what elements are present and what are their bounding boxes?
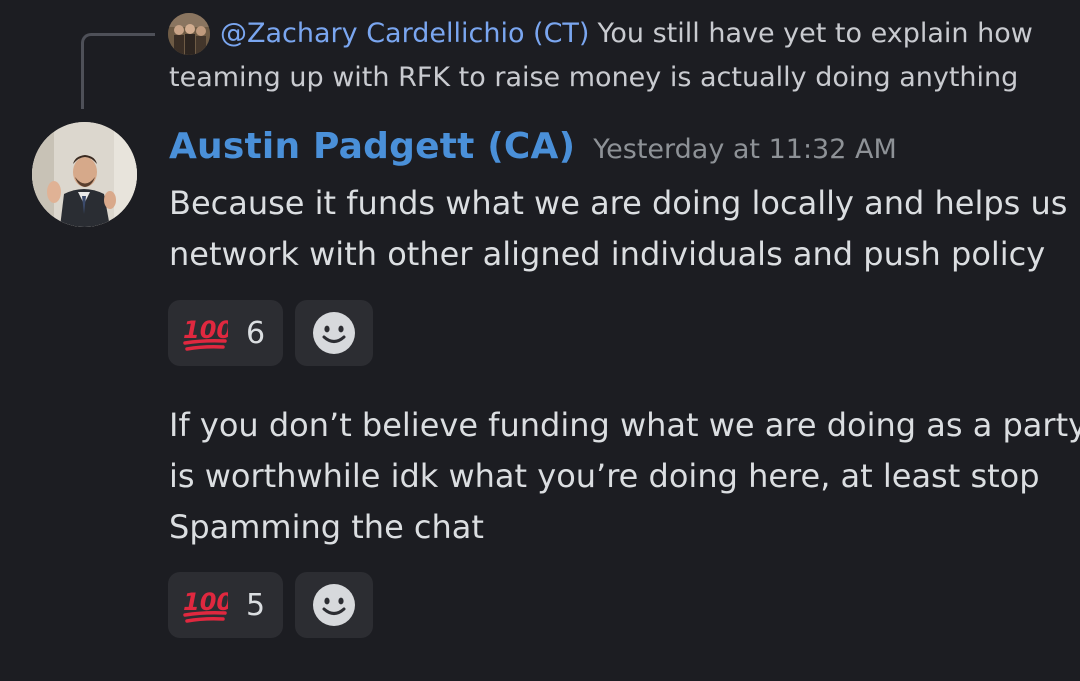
reaction-bar-2: 100 5 xyxy=(168,572,373,638)
reply-connector xyxy=(81,33,155,109)
message-2-line3: Spamming the chat xyxy=(169,508,484,546)
reply-text-line2: teaming up with RFK to raise money is ac… xyxy=(169,62,1019,93)
message-1-line2: network with other aligned individuals a… xyxy=(169,235,1046,273)
message-header: Austin Padgett (CA) Yesterday at 11:32 AM xyxy=(169,126,897,167)
author-avatar[interactable] xyxy=(32,122,137,227)
reply-text-line1: You still have yet to explain how xyxy=(597,18,1033,49)
reply-author-mention[interactable]: @Zachary Cardellichio (CT) xyxy=(220,18,589,49)
message-2-line1: If you don’t believe funding what we are… xyxy=(169,406,1080,444)
reaction-bar-1: 100 6 xyxy=(168,300,373,366)
hundred-points-icon: 100 xyxy=(183,588,228,623)
hundred-points-icon: 100 xyxy=(183,316,228,351)
reaction-100[interactable]: 100 5 xyxy=(168,572,283,638)
reaction-count: 5 xyxy=(246,587,266,623)
message-1-line1: Because it funds what we are doing local… xyxy=(169,184,1068,222)
smile-icon xyxy=(313,584,355,626)
chat-view: @Zachary Cardellichio (CT) You still have… xyxy=(0,0,1080,681)
message-2-line2: is worthwhile idk what you’re doing here… xyxy=(169,457,1040,495)
smile-icon xyxy=(313,312,355,354)
reaction-count: 6 xyxy=(246,315,266,351)
reply-author-avatar[interactable] xyxy=(168,13,210,55)
author-name[interactable]: Austin Padgett (CA) xyxy=(169,126,575,167)
reply-preview[interactable]: @Zachary Cardellichio (CT) You still have… xyxy=(220,14,1033,54)
add-reaction-button[interactable] xyxy=(295,572,373,638)
add-reaction-button[interactable] xyxy=(295,300,373,366)
message-timestamp[interactable]: Yesterday at 11:32 AM xyxy=(593,134,897,165)
reaction-100[interactable]: 100 6 xyxy=(168,300,283,366)
